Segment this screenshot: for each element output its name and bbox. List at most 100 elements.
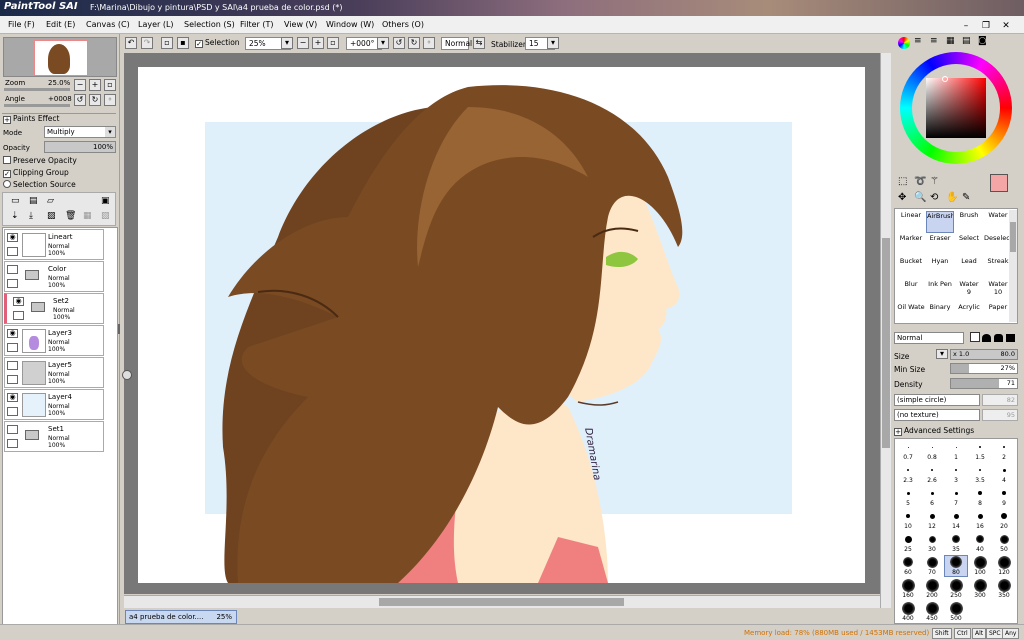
menu-canvas[interactable]: Canvas (C)	[86, 20, 130, 29]
brush-shape-round-icon[interactable]	[982, 334, 991, 342]
canvas-paper[interactable]: Dramarina	[138, 67, 865, 583]
brush-size-12[interactable]: 12	[921, 510, 943, 530]
brush-size-100[interactable]: 100	[969, 555, 991, 576]
brush-size-400[interactable]: 400	[897, 601, 919, 622]
opacity-slider[interactable]: 100%	[44, 141, 116, 153]
angle-slider[interactable]	[4, 104, 70, 107]
menu-selection[interactable]: Selection (S)	[184, 20, 235, 29]
size-slider[interactable]: x 1.0 80.0	[950, 349, 1018, 360]
horizontal-scrollbar[interactable]	[124, 595, 880, 608]
rotate-reset-toolbar-button[interactable]: ◦	[423, 37, 435, 49]
tool-oil-water[interactable]: Oil Wate	[897, 303, 925, 325]
stabilizer-dropdown-button[interactable]: ▾	[547, 37, 559, 49]
new-linework-icon[interactable]: ▤	[29, 196, 38, 206]
layer-item-layer5[interactable]: Layer5 Normal 100%	[4, 357, 104, 388]
brush-size-80[interactable]: 80	[944, 555, 968, 577]
clear-layer-icon[interactable]: ▨	[47, 211, 56, 221]
brush-size-70[interactable]: 70	[921, 556, 943, 576]
rotate-icon[interactable]: ⟲	[930, 192, 938, 203]
menu-filter[interactable]: Filter (T)	[240, 20, 273, 29]
clipping-group-checkbox[interactable]: ✓ Clipping Group	[3, 168, 69, 178]
preserve-opacity-checkbox[interactable]: Preserve Opacity	[3, 156, 77, 165]
brush-blend-select[interactable]: Normal	[894, 332, 964, 344]
navigator-preview[interactable]	[3, 37, 117, 77]
delete-mask-icon[interactable]: ▧	[101, 211, 110, 221]
hand-icon[interactable]: ✋	[946, 192, 958, 203]
tool-brush[interactable]: Brush	[955, 211, 983, 233]
magic-wand-icon[interactable]: ⚚	[930, 176, 939, 187]
brush-size-1-5[interactable]: 1.5	[969, 441, 991, 461]
zoom-reset-button[interactable]: ▫	[104, 79, 116, 91]
new-layer-icon[interactable]: ▭	[11, 196, 20, 206]
layer-item-set1[interactable]: Set1 Normal 100%	[4, 421, 104, 452]
color-wheel-icon[interactable]	[898, 37, 910, 49]
apply-mask-icon[interactable]: ▦	[83, 211, 92, 221]
menu-edit[interactable]: Edit (E)	[46, 20, 75, 29]
tool-deselect[interactable]: Deselect	[984, 234, 1012, 256]
user-color-icon[interactable]: ◙	[978, 36, 987, 46]
brush-size-0-7[interactable]: 0.7	[897, 441, 919, 461]
new-folder-icon[interactable]: ▱	[47, 196, 54, 206]
angle-dropdown-button[interactable]: ▾	[377, 37, 389, 49]
zoom-reset-toolbar-button[interactable]: ▫	[327, 37, 339, 49]
tool-bucket[interactable]: Bucket	[897, 257, 925, 279]
tool-ink-pen[interactable]: Ink Pen	[926, 280, 954, 302]
eye-icon[interactable]: ◉	[7, 329, 18, 338]
brush-size-40[interactable]: 40	[969, 533, 991, 553]
brush-size-0-8[interactable]: 0.8	[921, 441, 943, 461]
brush-size-350[interactable]: 350	[993, 578, 1015, 599]
scratchpad-icon[interactable]: ▤	[962, 36, 971, 46]
brush-size-120[interactable]: 120	[993, 555, 1015, 576]
rotate-right-button[interactable]: ↻	[89, 94, 101, 106]
rotate-left-button[interactable]: ↺	[74, 94, 86, 106]
size-multiplier-button[interactable]: ▾	[936, 349, 948, 359]
canvas-area[interactable]: Dramarina	[124, 53, 880, 594]
zoom-slider[interactable]	[4, 88, 70, 91]
flip-button[interactable]: ⇆	[473, 37, 485, 49]
color-picker-marker[interactable]	[942, 76, 948, 82]
brush-size-30[interactable]: 30	[921, 533, 943, 553]
invert-selection-button[interactable]: ▪	[177, 37, 189, 49]
selection-source-radio[interactable]: Selection Source	[3, 180, 76, 189]
rgb-sliders-icon[interactable]: ≡	[914, 36, 922, 46]
brush-shape-square-icon[interactable]	[1006, 334, 1015, 342]
layer-item-lineart[interactable]: ◉ Lineart Normal 100%	[4, 229, 104, 260]
brush-shape-strength[interactable]: 82	[982, 394, 1018, 406]
transfer-down-icon[interactable]: ⇣	[11, 211, 19, 221]
rotate-reset-button[interactable]: ◦	[104, 94, 116, 106]
brush-size-4[interactable]: 4	[993, 464, 1015, 484]
brush-size-14[interactable]: 14	[945, 510, 967, 530]
brush-size-2-3[interactable]: 2.3	[897, 464, 919, 484]
merge-down-icon[interactable]: ⤓	[29, 211, 33, 221]
mask-icon[interactable]: ▣	[101, 196, 110, 206]
brush-size-300[interactable]: 300	[969, 578, 991, 599]
menu-view[interactable]: View (V)	[284, 20, 317, 29]
lasso-icon[interactable]: ➰	[914, 176, 926, 187]
brush-texture-strength[interactable]: 95	[982, 409, 1018, 421]
brush-size-20[interactable]: 20	[993, 510, 1015, 530]
close-icon[interactable]: ✕	[1000, 21, 1012, 32]
layer-item-layer3[interactable]: ◉ Layer3 Normal 100%	[4, 325, 104, 356]
swatches-icon[interactable]: ▦	[946, 36, 955, 46]
brush-size-60[interactable]: 60	[897, 556, 919, 576]
brush-size-5[interactable]: 5	[897, 487, 919, 507]
layer-item-layer4[interactable]: ◉ Layer4 Normal 100%	[4, 389, 104, 420]
brush-size-3[interactable]: 3	[945, 464, 967, 484]
brush-shape-rounded-icon[interactable]	[994, 334, 1003, 342]
delete-layer-icon[interactable]: 🗑	[65, 211, 76, 221]
deselect-button[interactable]: ▫	[161, 37, 173, 49]
tool-marker[interactable]: Marker	[897, 234, 925, 256]
brush-size-16[interactable]: 16	[969, 510, 991, 530]
brush-size-6[interactable]: 6	[921, 487, 943, 507]
canvas-pan-handle[interactable]	[122, 370, 132, 380]
brush-size-1[interactable]: 1	[945, 441, 967, 461]
brush-size-2-6[interactable]: 2.6	[921, 464, 943, 484]
brush-size-200[interactable]: 200	[921, 578, 943, 599]
brush-size-50[interactable]: 50	[993, 533, 1015, 553]
tool-binary[interactable]: Binary	[926, 303, 954, 325]
brush-size-2[interactable]: 2	[993, 441, 1015, 461]
zoom-in-toolbar-button[interactable]: +	[312, 37, 324, 49]
brush-size-3-5[interactable]: 3.5	[969, 464, 991, 484]
paints-effect-header[interactable]: + Paints Effect	[3, 114, 59, 124]
eye-icon[interactable]: ◉	[7, 233, 18, 242]
